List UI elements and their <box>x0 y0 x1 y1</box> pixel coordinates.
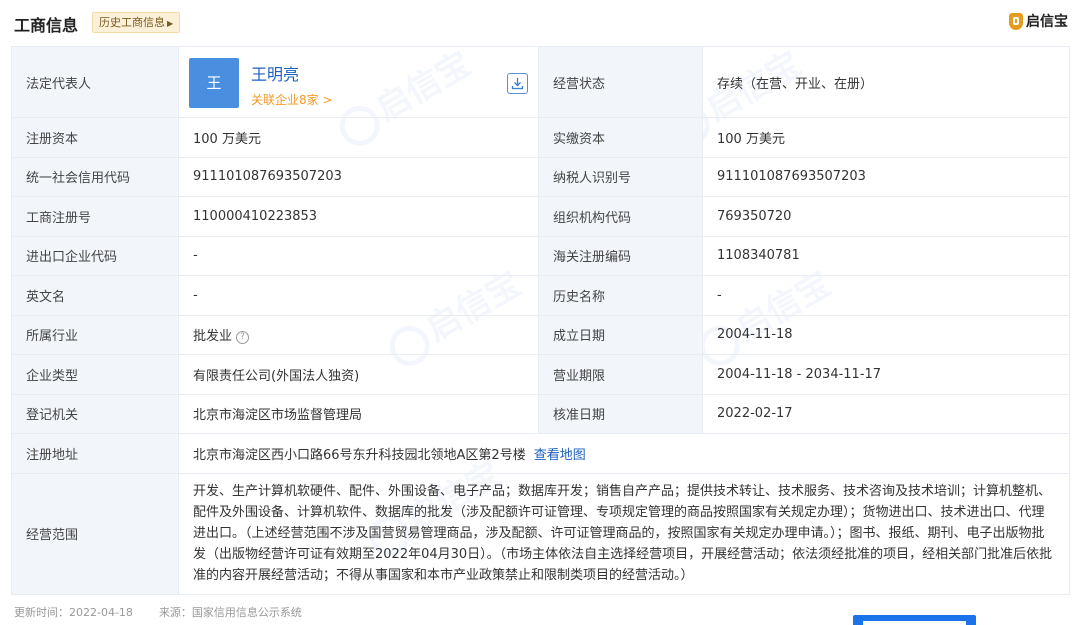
data-source: 来源：国家信用信息公示系统 <box>158 606 302 619</box>
help-icon[interactable]: ? <box>236 331 250 345</box>
field-label: 成立日期 <box>538 314 703 355</box>
brand-name: 启信宝 <box>1026 14 1068 30</box>
field-label: 经营状态 <box>538 46 703 118</box>
field-label: 进出口企业代码 <box>11 235 179 276</box>
table-row: 所属行业 批发业? 成立日期 2004-11-18 <box>11 314 1070 355</box>
field-label: 登记机关 <box>11 393 179 434</box>
table-row: 进出口企业代码 - 海关注册编码 1108340781 <box>11 235 1070 276</box>
view-map-link[interactable]: 查看地图 <box>534 448 586 463</box>
field-value: 769350720 <box>702 196 1070 237</box>
field-value: 2004-11-18 - 2034-11-17 <box>702 354 1070 395</box>
business-info-table: 法定代表人 王 王明亮 关联企业8家 > 经营状态 存续（在营、开业、在册） 注… <box>11 46 1070 595</box>
field-label: 实缴资本 <box>538 117 703 158</box>
field-label: 企业类型 <box>11 354 179 395</box>
brand-logo: 启信宝 <box>1009 10 1068 32</box>
table-row: 注册地址 北京市海淀区西小口路66号东升科技园北领地A区第2号楼 查看地图 <box>11 433 1070 474</box>
field-value: 批发业 <box>193 329 233 345</box>
history-info-label: 历史工商信息 <box>99 16 165 29</box>
action-button[interactable] <box>853 615 976 625</box>
footer-meta: 更新时间：2022-04-18 来源：国家信用信息公示系统 <box>14 604 302 620</box>
field-label: 经营范围 <box>11 472 179 595</box>
legal-rep-cell: 王 王明亮 关联企业8家 > <box>178 46 539 118</box>
qixin-logo-icon <box>1009 12 1023 30</box>
field-value: 1108340781 <box>702 235 1070 276</box>
field-value: - <box>702 275 1070 316</box>
update-time: 更新时间：2022-04-18 <box>14 606 133 619</box>
field-label: 海关注册编码 <box>538 235 703 276</box>
caret-right-icon: ▶ <box>167 19 174 28</box>
field-value: 有限责任公司(外国法人独资) <box>178 354 539 395</box>
download-icon <box>511 78 524 90</box>
field-label: 纳税人识别号 <box>538 156 703 197</box>
section-header: 工商信息 历史工商信息 ▶ 启信宝 <box>0 0 1080 46</box>
field-label: 历史名称 <box>538 275 703 316</box>
field-label: 所属行业 <box>11 314 179 355</box>
field-value: - <box>178 275 539 316</box>
field-value: 911101087693507203 <box>702 156 1070 197</box>
download-button[interactable] <box>507 73 528 94</box>
field-label: 核准日期 <box>538 393 703 434</box>
field-label: 法定代表人 <box>11 46 179 118</box>
table-row: 登记机关 北京市海淀区市场监督管理局 核准日期 2022-02-17 <box>11 393 1070 434</box>
address-cell: 北京市海淀区西小口路66号东升科技园北领地A区第2号楼 查看地图 <box>178 433 1070 474</box>
field-label: 营业期限 <box>538 354 703 395</box>
section-title: 工商信息 <box>14 16 79 35</box>
related-companies-link[interactable]: 关联企业8家 > <box>251 91 333 108</box>
table-row: 法定代表人 王 王明亮 关联企业8家 > 经营状态 存续（在营、开业、在册） <box>11 46 1070 118</box>
field-label: 英文名 <box>11 275 179 316</box>
industry-cell: 批发业? <box>178 314 539 355</box>
table-row: 注册资本 100 万美元 实缴资本 100 万美元 <box>11 117 1070 158</box>
field-value: - <box>178 235 539 276</box>
table-row: 统一社会信用代码 911101087693507203 纳税人识别号 91110… <box>11 156 1070 197</box>
field-value: 110000410223853 <box>178 196 539 237</box>
table-row: 英文名 - 历史名称 - <box>11 275 1070 316</box>
field-value: 911101087693507203 <box>178 156 539 197</box>
field-value: 100 万美元 <box>178 117 539 158</box>
field-value: 2004-11-18 <box>702 314 1070 355</box>
history-info-button[interactable]: 历史工商信息 ▶ <box>92 12 181 33</box>
field-value: 2022-02-17 <box>702 393 1070 434</box>
legal-rep-name-link[interactable]: 王明亮 <box>251 61 299 85</box>
field-value: 存续（在营、开业、在册） <box>702 46 1070 118</box>
field-label: 组织机构代码 <box>538 196 703 237</box>
field-label: 工商注册号 <box>11 196 179 237</box>
field-value: 北京市海淀区西小口路66号东升科技园北领地A区第2号楼 <box>193 447 526 463</box>
table-row: 企业类型 有限责任公司(外国法人独资) 营业期限 2004-11-18 - 20… <box>11 354 1070 395</box>
field-value: 北京市海淀区市场监督管理局 <box>178 393 539 434</box>
avatar: 王 <box>189 58 239 108</box>
business-scope-value: 开发、生产计算机软硬件、配件、外围设备、电子产品；数据库开发；销售自产产品；提供… <box>178 472 1070 595</box>
field-value: 100 万美元 <box>702 117 1070 158</box>
field-label: 注册资本 <box>11 117 179 158</box>
table-row: 经营范围 开发、生产计算机软硬件、配件、外围设备、电子产品；数据库开发；销售自产… <box>11 472 1070 595</box>
field-label: 注册地址 <box>11 433 179 474</box>
field-label: 统一社会信用代码 <box>11 156 179 197</box>
table-row: 工商注册号 110000410223853 组织机构代码 769350720 <box>11 196 1070 237</box>
